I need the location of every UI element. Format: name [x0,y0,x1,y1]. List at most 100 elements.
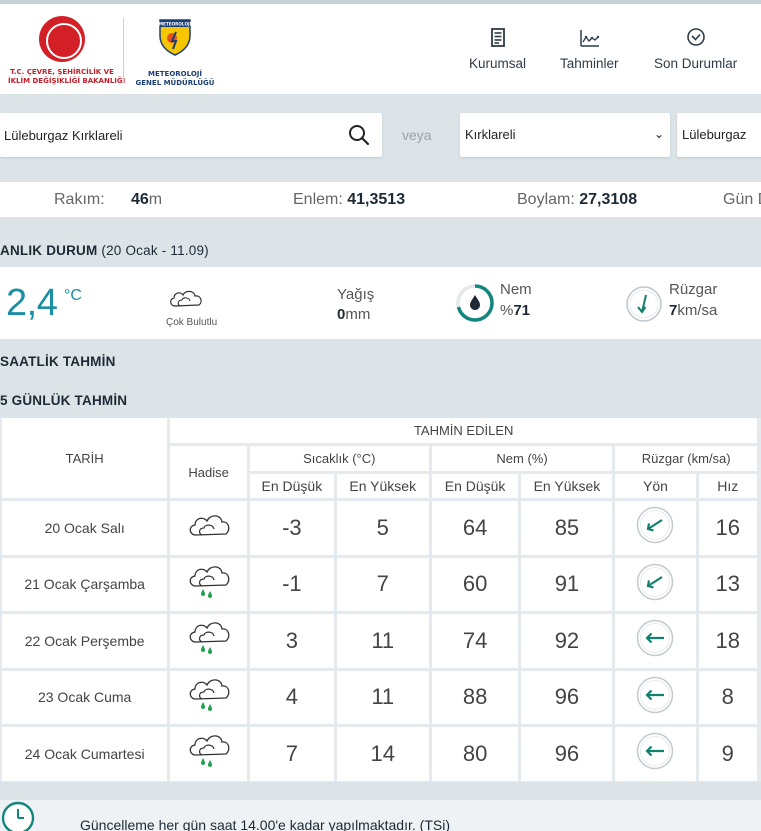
search-input[interactable] [4,121,334,149]
forecast-row: 21 Ocak Çarşamba -1 7 60 91 13 [2,557,757,611]
date-column-header: TARİH [2,418,168,498]
update-notice: Güncelleme her gün saat 14.00'e kadar ya… [0,800,761,831]
hourly-forecast-title[interactable]: SAATLİK TAHMİN [0,354,116,369]
forecast-temp-high: 7 [336,557,429,611]
arrow-left-icon [637,733,674,770]
forecast-humidity-high: 96 [521,670,613,724]
current-condition-label: Çok Bulutlu [166,317,218,328]
nav-tahminler[interactable]: Tahminler [560,26,619,71]
wind-unit: km/sa [677,302,718,319]
altitude-value-group: 46m [131,191,162,209]
ministry-logo[interactable]: T.C. ÇEVRE, ŞEHİRCİLİK VE İKLİM DEĞİŞİKL… [8,16,125,92]
forecast-temp-low: -1 [249,557,334,611]
humidity-prefix: % [500,302,514,319]
current-title: ANLIK DURUM [0,243,98,258]
forecast-temp-low: 4 [249,670,334,724]
wind-value-group: 7km/sa [669,302,717,319]
cloud-icon [170,290,202,307]
cloud-rain-icon [189,678,230,711]
site-header: T.C. ÇEVRE, ŞEHİRCİLİK VE İKLİM DEĞİŞİKL… [0,4,761,94]
five-day-forecast-table-wrapper: TARİH TAHMİN EDİLEN Hadise Sıcaklık (°C)… [0,418,761,782]
current-temperature: 2,4 [6,282,58,324]
forecast-date: 20 Ocak Salı [2,501,168,555]
document-icon [490,28,505,47]
forecast-row: 22 Ocak Perşembe 3 11 74 92 18 [2,614,757,668]
nav-son-durumlar[interactable]: Son Durumlar [654,26,737,71]
forecast-wind-speed: 13 [698,557,757,611]
forecast-event-cell [170,614,247,668]
humidity-column-header: Nem (%) [431,446,613,471]
forecast-rows: 20 Ocak Salı -3 5 64 85 16 21 Ocak Çarşamba -1 7… [2,501,757,781]
forecast-date: 22 Ocak Perşembe [2,614,168,668]
forecast-humidity-low: 80 [431,727,519,781]
province-select-value: Kırklareli [465,127,516,142]
forecast-event-cell [170,670,247,724]
cloud-rain-icon [189,735,230,768]
forecast-temp-high: 11 [336,614,429,668]
nav-kurumsal[interactable]: Kurumsal [469,26,526,71]
altitude-label: Rakım: [54,191,105,208]
forecast-date: 21 Ocak Çarşamba [2,557,168,611]
forecast-wind-direction [615,727,696,781]
forecast-temp-high: 14 [336,727,429,781]
forecast-humidity-high: 96 [521,727,613,781]
forecast-row: 20 Ocak Salı -3 5 64 85 16 [2,501,757,555]
forecast-wind-speed: 16 [698,501,757,555]
temperature-column-header: Sıcaklık (°C) [249,446,429,471]
humidity-value-group: %71 [500,302,530,319]
altitude-value: 46 [131,191,149,208]
latitude-label: Enlem: [293,191,343,208]
forecast-wind-speed: 8 [698,670,757,724]
latitude-value: 41,3513 [347,191,406,208]
longitude-value: 27,3108 [579,191,638,208]
forecast-humidity-low: 74 [431,614,519,668]
altitude-unit: m [148,191,163,208]
forecast-temp-low: 7 [249,727,334,781]
forecast-humidity-low: 88 [431,670,519,724]
mgm-name-line2: GENEL MÜDÜRLÜĞÜ [135,79,215,87]
forecast-humidity-low: 64 [431,501,519,555]
ministry-name-line1: T.C. ÇEVRE, ŞEHİRCİLİK VE [10,68,114,76]
nav-kurumsal-label: Kurumsal [469,56,527,71]
station-info-bar: Rakım: 46m Enlem: 41,3513 Boylam: 27,310… [0,182,761,217]
cloud-rain-icon [189,565,230,598]
temp-high-header: En Yüksek [336,474,429,498]
check-circle-icon [686,28,705,46]
forecast-date: 23 Ocak Cuma [2,670,168,724]
estimated-header: TAHMİN EDİLEN [170,418,757,443]
nav-tahminler-label: Tahminler [560,56,619,71]
search-icon[interactable] [347,123,371,147]
forecast-temp-high: 5 [336,501,429,555]
forecast-wind-speed: 18 [698,614,757,668]
forecast-wind-speed: 9 [698,727,757,781]
or-label: veya [402,127,432,143]
five-day-forecast-title: 5 GÜNLÜK TAHMİN [0,393,128,408]
forecast-event-cell [170,557,247,611]
forecast-humidity-high: 85 [521,501,613,555]
ministry-seal-icon [39,16,85,62]
chart-icon [580,30,600,47]
mgm-logo[interactable]: METEOROLOJİ METEOROLOJİ GENEL MÜDÜRLÜĞÜ [132,18,218,90]
current-conditions-title: ANLIK DURUM (20 Ocak - 11.09) [0,243,209,258]
search-box [0,113,382,157]
mgm-shield-label: METEOROLOJİ [159,21,192,26]
arrow-down-left-icon [637,563,674,600]
wind-direction-header: Yön [615,474,696,498]
humidity-label: Nem [500,281,532,298]
temperature-unit: °C [64,287,82,304]
arrow-left-icon [637,676,674,713]
forecast-event-cell [170,501,247,555]
current-conditions-card: 2,4 °C Çok Bulutlu Yağış 0mm Nem %71 Rüz… [0,267,761,339]
province-select[interactable]: Kırklareli ⌄ [460,113,670,157]
forecast-humidity-high: 91 [521,557,613,611]
droplet-icon [470,295,480,310]
mgm-name-line1: METEOROLOJİ [148,70,202,78]
current-time: (20 Ocak - 11.09) [101,243,209,258]
district-select[interactable]: Lüleburgaz [677,113,761,157]
wind-speed-header: Hız [698,474,757,498]
event-column-header: Hadise [170,446,247,498]
nav-son-durumlar-label: Son Durumlar [654,56,738,71]
search-row: veya Kırklareli ⌄ Lüleburgaz [0,113,761,157]
forecast-date: 24 Ocak Cumartesi [2,727,168,781]
district-select-value: Lüleburgaz [682,127,747,142]
